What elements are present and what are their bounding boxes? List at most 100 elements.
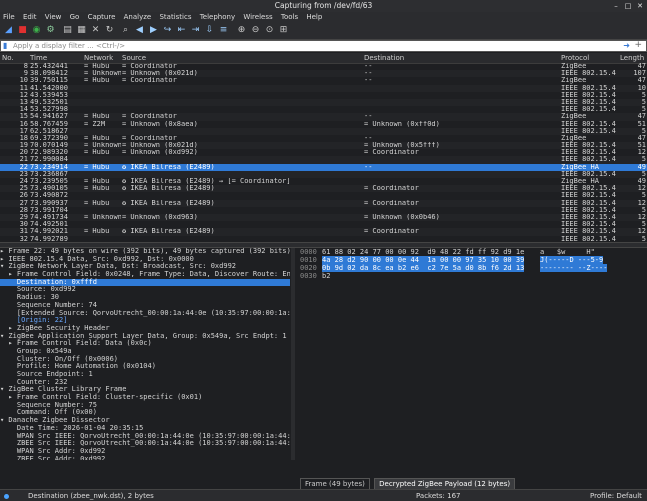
packet-row[interactable]: 11 41.542000 IEEE 802.15.4 10 bbox=[0, 84, 647, 92]
packet-row[interactable]: 13 49.532501 IEEE 802.15.4 5 bbox=[0, 98, 647, 107]
packet-row[interactable]: 32 74.992789 IEEE 802.15.4 5 bbox=[0, 236, 647, 242]
menu-capture[interactable]: Capture bbox=[85, 12, 119, 23]
pkt-protocol: IEEE 802.15.4 bbox=[561, 199, 616, 207]
minimize-icon[interactable]: – bbox=[611, 1, 621, 11]
maximize-icon[interactable]: □ bbox=[623, 1, 633, 11]
byte-hex[interactable]: 4a 28 d2 90 00 00 0e 44 1a 00 00 97 35 1… bbox=[322, 256, 525, 264]
byte-offset: 0030 bbox=[300, 272, 317, 280]
zoom-normal-icon[interactable]: ⊙ bbox=[264, 25, 275, 36]
packet-row[interactable]: 12 43.539453 IEEE 802.15.4 5 bbox=[0, 92, 647, 99]
detail-line[interactable]: ZBEE Src Addr: 0xd992 bbox=[0, 455, 290, 460]
col-protocol[interactable]: Protocol bbox=[561, 54, 589, 62]
menu-telephony[interactable]: Telephony bbox=[197, 12, 238, 23]
menu-analyze[interactable]: Analyze bbox=[121, 12, 155, 23]
packet-row[interactable]: 2974.491734 = Unknown…= Unknown (0xd963) =… bbox=[0, 213, 647, 222]
pkt-length: 47 bbox=[637, 113, 646, 121]
packet-row[interactable]: 28 73.991704 IEEE 802.15.4 5 bbox=[0, 207, 647, 214]
pkt-protocol: IEEE 802.15.4 bbox=[561, 70, 616, 78]
pkt-no: 8 bbox=[23, 63, 28, 70]
resize-columns-icon[interactable]: ⊞ bbox=[278, 25, 289, 36]
pkt-protocol: ZigBee bbox=[561, 113, 587, 121]
packet-list: 8 25.432441 = Hubu = Coordinator -- ZigBee 47 9… bbox=[0, 63, 647, 241]
stop-capture-icon[interactable]: ■ bbox=[17, 25, 28, 36]
pkt-source: ✪ IKEA Bilresa (E2489) → [= Coordinator] bbox=[122, 178, 291, 185]
pkt-protocol: IEEE 802.15.4 bbox=[561, 120, 616, 128]
packet-row[interactable]: 1970.070149 = Unknown…= Unknown (0x021d) =… bbox=[0, 142, 647, 150]
packet-row[interactable]: 23 73.236867 IEEE 802.15.4 5 bbox=[0, 170, 647, 178]
packet-row[interactable]: 30 74.492501 IEEE 802.15.4 5 bbox=[0, 221, 647, 228]
apply-filter-icon[interactable]: ➜ bbox=[623, 41, 630, 50]
packet-row[interactable]: 21 72.990084 IEEE 802.15.4 5 bbox=[0, 156, 647, 164]
last-packet-icon[interactable]: ⇥ bbox=[190, 25, 201, 36]
packet-row[interactable]: 18 69.372390 = Hubu = Coordinator -- ZigBee 47 bbox=[0, 135, 647, 142]
add-filter-button-icon[interactable]: + bbox=[634, 40, 642, 50]
byte-ascii[interactable]: a $w H" bbox=[540, 248, 595, 256]
go-back-icon[interactable]: ◀ bbox=[134, 25, 145, 36]
menu-tools[interactable]: Tools bbox=[278, 12, 301, 23]
shark-fin-start-icon[interactable]: ◢ bbox=[3, 25, 14, 36]
packet-row[interactable]: 24 73.239505 = Hubu ✪ IKEA Bilresa (E2489) … bbox=[0, 178, 647, 185]
packet-row[interactable]: 26 73.490872 IEEE 802.15.4 5 bbox=[0, 192, 647, 199]
packet-row[interactable]: 25 73.490105 = Hubu ✪ IKEA Bilresa (E2489) =… bbox=[0, 185, 647, 193]
packet-row[interactable]: 31 74.992021 = Hubu ✪ IKEA Bilresa (E2489) =… bbox=[0, 228, 647, 236]
packet-row[interactable]: 938.098412 = Unknown…= Unknown (0x021d) --… bbox=[0, 70, 647, 78]
pkt-source: ✪ IKEA Bilresa (E2489) bbox=[122, 163, 215, 171]
save-file-icon[interactable]: ▦ bbox=[76, 25, 87, 36]
menu-view[interactable]: View bbox=[42, 12, 65, 23]
packet-row[interactable]: 16 58.767459 = Z2M = Unknown (0x8aea) = Unkn… bbox=[0, 121, 647, 128]
byte-hex[interactable]: 0b 9d 02 da 8c ea b2 e6 c2 7e 5a d0 8b f… bbox=[322, 264, 525, 272]
packet-row[interactable]: 27 73.990937 = Hubu ✪ IKEA Bilresa (E2489) =… bbox=[0, 199, 647, 207]
pkt-length: 5 bbox=[641, 106, 646, 114]
go-to-packet-icon[interactable]: ↪ bbox=[162, 25, 173, 36]
menu-help[interactable]: Help bbox=[303, 12, 325, 23]
find-packet-icon[interactable]: ⌕ bbox=[120, 25, 131, 36]
byte-ascii[interactable]: -------- --Z---- bbox=[540, 264, 608, 272]
display-filter-bar[interactable]: ▮ Apply a display filter ... <Ctrl-/> ➜ … bbox=[0, 40, 647, 52]
col-time[interactable]: Time bbox=[30, 54, 47, 62]
bookmark-icon[interactable]: ▮ bbox=[3, 41, 7, 50]
zoom-in-icon[interactable]: ⊕ bbox=[236, 25, 247, 36]
menu-file[interactable]: File bbox=[0, 12, 18, 23]
reload-icon[interactable]: ↻ bbox=[104, 25, 115, 36]
packet-row[interactable]: 20 72.989320 = Hubu = Unknown (0xd992) = Coo… bbox=[0, 149, 647, 156]
display-filter-input[interactable]: Apply a display filter ... <Ctrl-/> bbox=[13, 42, 125, 50]
packet-row[interactable]: 10 39.750115 = Hubu = Coordinator -- ZigBee 47 bbox=[0, 77, 647, 84]
packet-row[interactable]: 17 62.518627 IEEE 802.15.4 5 bbox=[0, 127, 647, 135]
pkt-length: 5 bbox=[641, 206, 646, 214]
pkt-time: 38.098412 bbox=[30, 70, 68, 78]
close-icon[interactable]: ✕ bbox=[635, 1, 645, 11]
status-profile[interactable]: Profile: Default bbox=[590, 492, 642, 500]
byte-hex[interactable]: 61 88 02 24 77 00 00 92 d9 48 22 fd ff 9… bbox=[322, 248, 524, 256]
capture-options-icon[interactable]: ⚙ bbox=[45, 25, 56, 36]
restart-capture-icon[interactable]: ◉ bbox=[31, 25, 42, 36]
col-length[interactable]: Length bbox=[620, 54, 644, 62]
col-source[interactable]: Source bbox=[122, 54, 146, 62]
pkt-source: = Unknown (0xd963) bbox=[122, 213, 198, 221]
colorize-icon[interactable]: ≡ bbox=[218, 25, 229, 36]
col-no[interactable]: No. bbox=[2, 54, 14, 62]
zoom-out-icon[interactable]: ⊖ bbox=[250, 25, 261, 36]
open-file-icon[interactable]: ▤ bbox=[62, 25, 73, 36]
menu-statistics[interactable]: Statistics bbox=[156, 12, 194, 23]
close-file-icon[interactable]: ✕ bbox=[90, 25, 101, 36]
packet-row[interactable]: 15 54.941627 = Hubu = Coordinator -- ZigBee 47 bbox=[0, 113, 647, 121]
menu-wireless[interactable]: Wireless bbox=[240, 12, 275, 23]
menu-edit[interactable]: Edit bbox=[20, 12, 40, 23]
byte-hex[interactable]: b2 bbox=[322, 272, 330, 280]
packet-row[interactable]: 8 25.432441 = Hubu = Coordinator -- ZigBee 47 bbox=[0, 63, 647, 70]
col-network[interactable]: Network bbox=[84, 54, 113, 62]
pkt-time: 41.542000 bbox=[30, 84, 68, 92]
first-packet-icon[interactable]: ⇤ bbox=[176, 25, 187, 36]
col-destination[interactable]: Destination bbox=[364, 54, 404, 62]
packet-row[interactable]: 14 53.527998 IEEE 802.15.4 5 bbox=[0, 106, 647, 113]
byte-ascii[interactable]: J(-----D ---5-9 bbox=[540, 256, 604, 264]
go-forward-icon[interactable]: ▶ bbox=[148, 25, 159, 36]
pkt-no: 24 bbox=[19, 178, 28, 185]
vertical-splitter[interactable] bbox=[291, 248, 295, 460]
packet-row[interactable]: 22 73.234914 = Hubu ✪ IKEA Bilresa (E2489) -… bbox=[0, 163, 647, 171]
pkt-protocol: ZigBee HA bbox=[561, 163, 599, 171]
autoscroll-icon[interactable]: ⇩ bbox=[204, 25, 215, 36]
menu-go[interactable]: Go bbox=[67, 12, 83, 23]
pkt-time: 73.991704 bbox=[30, 206, 68, 214]
pkt-source: = Coordinator bbox=[122, 113, 177, 121]
